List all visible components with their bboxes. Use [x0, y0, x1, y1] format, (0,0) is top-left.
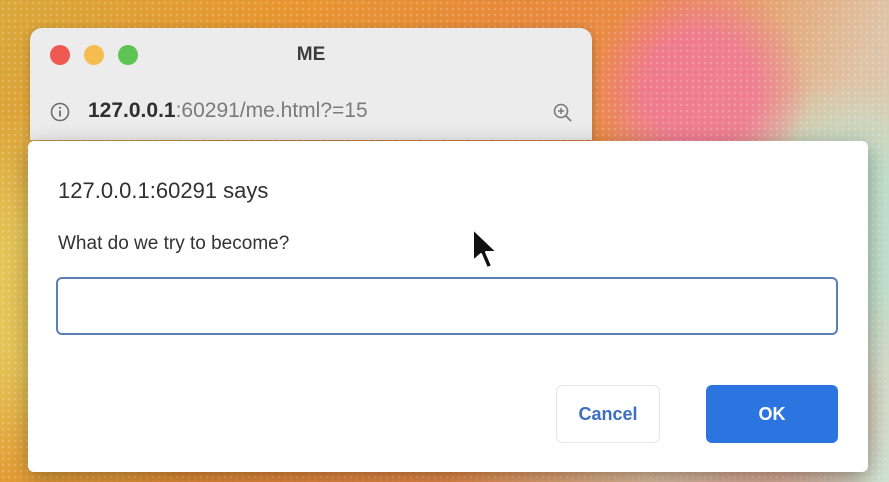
url-host: 127.0.0.1: [88, 99, 176, 122]
url-text[interactable]: 127.0.0.1:60291/me.html?=15: [88, 99, 368, 123]
url-path: :60291/me.html?=15: [175, 99, 368, 122]
browser-window: ME 127.0.0.1:60291/me.html?=15: [30, 28, 592, 140]
title-bar: ME: [30, 28, 592, 84]
cancel-button[interactable]: Cancel: [556, 385, 660, 443]
dialog-origin-title: 127.0.0.1:60291 says: [58, 178, 269, 203]
prompt-text-input[interactable]: [56, 277, 838, 335]
ok-button[interactable]: OK: [706, 385, 838, 443]
window-title: ME: [296, 44, 326, 65]
prompt-dialog: 127.0.0.1:60291 says What do we try to b…: [28, 141, 868, 472]
dialog-message: What do we try to become?: [58, 233, 290, 254]
zoom-in-icon[interactable]: [552, 102, 574, 124]
address-bar[interactable]: 127.0.0.1:60291/me.html?=15: [30, 92, 592, 132]
info-icon[interactable]: [50, 102, 70, 122]
mouse-pointer-icon: [472, 228, 498, 269]
